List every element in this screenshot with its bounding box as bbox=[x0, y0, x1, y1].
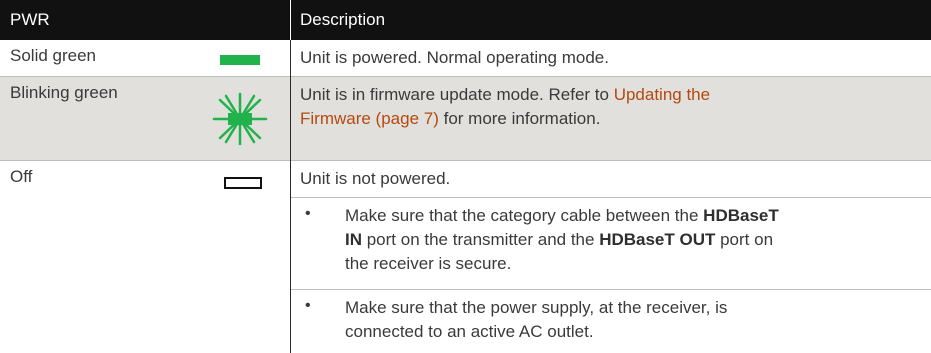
header-divider bbox=[290, 0, 291, 40]
description-text-suffix: for more information. bbox=[438, 109, 601, 128]
table-header: PWR Description bbox=[0, 0, 931, 40]
hdbaset-in-label: HDBaseT bbox=[703, 206, 779, 225]
header-description: Description bbox=[300, 10, 386, 29]
description-text: Unit is in firmware update mode. Refer t… bbox=[300, 85, 614, 104]
list-item-text: Make sure that the category cable betwee… bbox=[345, 204, 905, 276]
pwr-led-table: PWR Description Solid green Unit is powe… bbox=[0, 0, 931, 353]
table-row-solid-green: Solid green Unit is powered. Normal oper… bbox=[0, 40, 931, 76]
text: port on the transmitter and the bbox=[362, 230, 600, 249]
text: Make sure that the category cable betwee… bbox=[345, 206, 704, 225]
list-item: • Make sure that the power supply, at th… bbox=[291, 290, 931, 353]
text: port on bbox=[715, 230, 774, 249]
led-off-icon bbox=[224, 177, 262, 189]
text: connected to an active AC outlet. bbox=[345, 322, 594, 341]
description: Unit is powered. Normal operating mode. bbox=[300, 48, 609, 67]
bullet-icon: • bbox=[305, 205, 311, 222]
description: Unit is in firmware update mode. Refer t… bbox=[300, 83, 860, 131]
bullet-icon: • bbox=[305, 297, 311, 314]
pwr-label: Off bbox=[10, 167, 33, 186]
text: the receiver is secure. bbox=[345, 254, 512, 273]
firmware-update-link-page[interactable]: Firmware (page 7) bbox=[300, 109, 439, 128]
list-item: • Make sure that the category cable betw… bbox=[291, 198, 931, 288]
list-item-text: Make sure that the power supply, at the … bbox=[345, 296, 905, 344]
table-row-blinking-green: Blinking green Unit is in firmware updat… bbox=[0, 77, 931, 160]
led-blinking-green-icon bbox=[210, 92, 270, 146]
in-label: IN bbox=[345, 230, 362, 249]
hdbaset-out-label: HDBaseT OUT bbox=[599, 230, 716, 249]
column-divider bbox=[290, 40, 291, 353]
header-pwr: PWR bbox=[10, 10, 50, 29]
led-solid-green-icon bbox=[220, 55, 260, 65]
text: Make sure that the power supply, at the … bbox=[345, 298, 728, 317]
pwr-label: Blinking green bbox=[10, 83, 118, 102]
firmware-update-link[interactable]: Updating the bbox=[614, 85, 710, 104]
pwr-label: Solid green bbox=[10, 46, 97, 65]
description: Unit is not powered. bbox=[300, 169, 451, 188]
